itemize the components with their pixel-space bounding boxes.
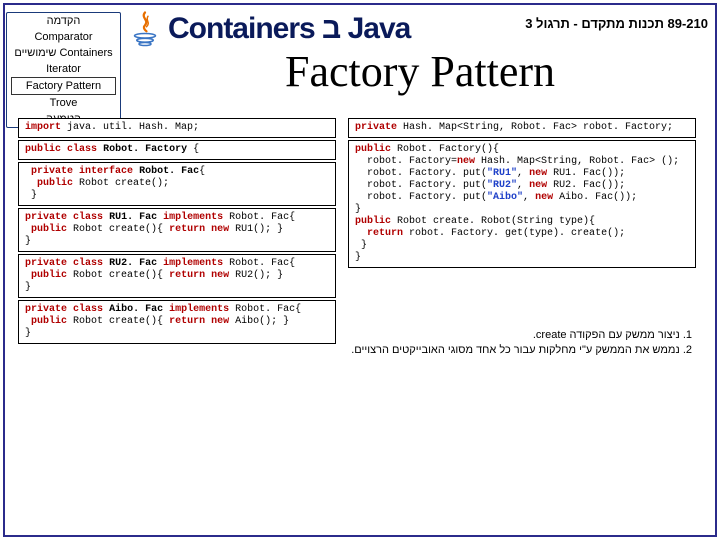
wordart-title: Containers ב Java	[168, 12, 410, 46]
outline-item-active[interactable]: Factory Pattern	[11, 77, 116, 95]
outline-item[interactable]: הקדמה	[7, 13, 120, 29]
code-box: private class RU2. Fac implements Robot.…	[18, 254, 336, 298]
notes: 1. ניצור ממשק עם הפקודה create. 2. נממש …	[347, 328, 692, 358]
code-box: private Hash. Map<String, Robot. Fac> ro…	[348, 118, 696, 138]
outline-item[interactable]: Comparator	[7, 29, 120, 45]
code-box: private interface Robot. Fac{ public Rob…	[18, 162, 336, 206]
code-box: public Robot. Factory(){ robot. Factory=…	[348, 140, 696, 268]
code-box: private class RU1. Fac implements Robot.…	[18, 208, 336, 252]
code-box: public class Robot. Factory {	[18, 140, 336, 160]
header: Containers ב Java 89-210 תכנות מתקדם - ת…	[130, 8, 710, 50]
outline-panel: הקדמה Comparator שימושיים Containers Ite…	[6, 12, 121, 128]
outline-item[interactable]: שימושיים Containers	[7, 45, 120, 61]
code-box: import java. util. Hash. Map;	[18, 118, 336, 138]
outline-item[interactable]: Trove	[7, 95, 120, 111]
slide-title: Factory Pattern	[140, 46, 700, 97]
outline-item[interactable]: Iterator	[7, 61, 120, 77]
code-box: private class Aibo. Fac implements Robot…	[18, 300, 336, 344]
course-label: 89-210 תכנות מתקדם - תרגול 3	[525, 16, 708, 31]
java-logo-icon	[130, 10, 160, 48]
